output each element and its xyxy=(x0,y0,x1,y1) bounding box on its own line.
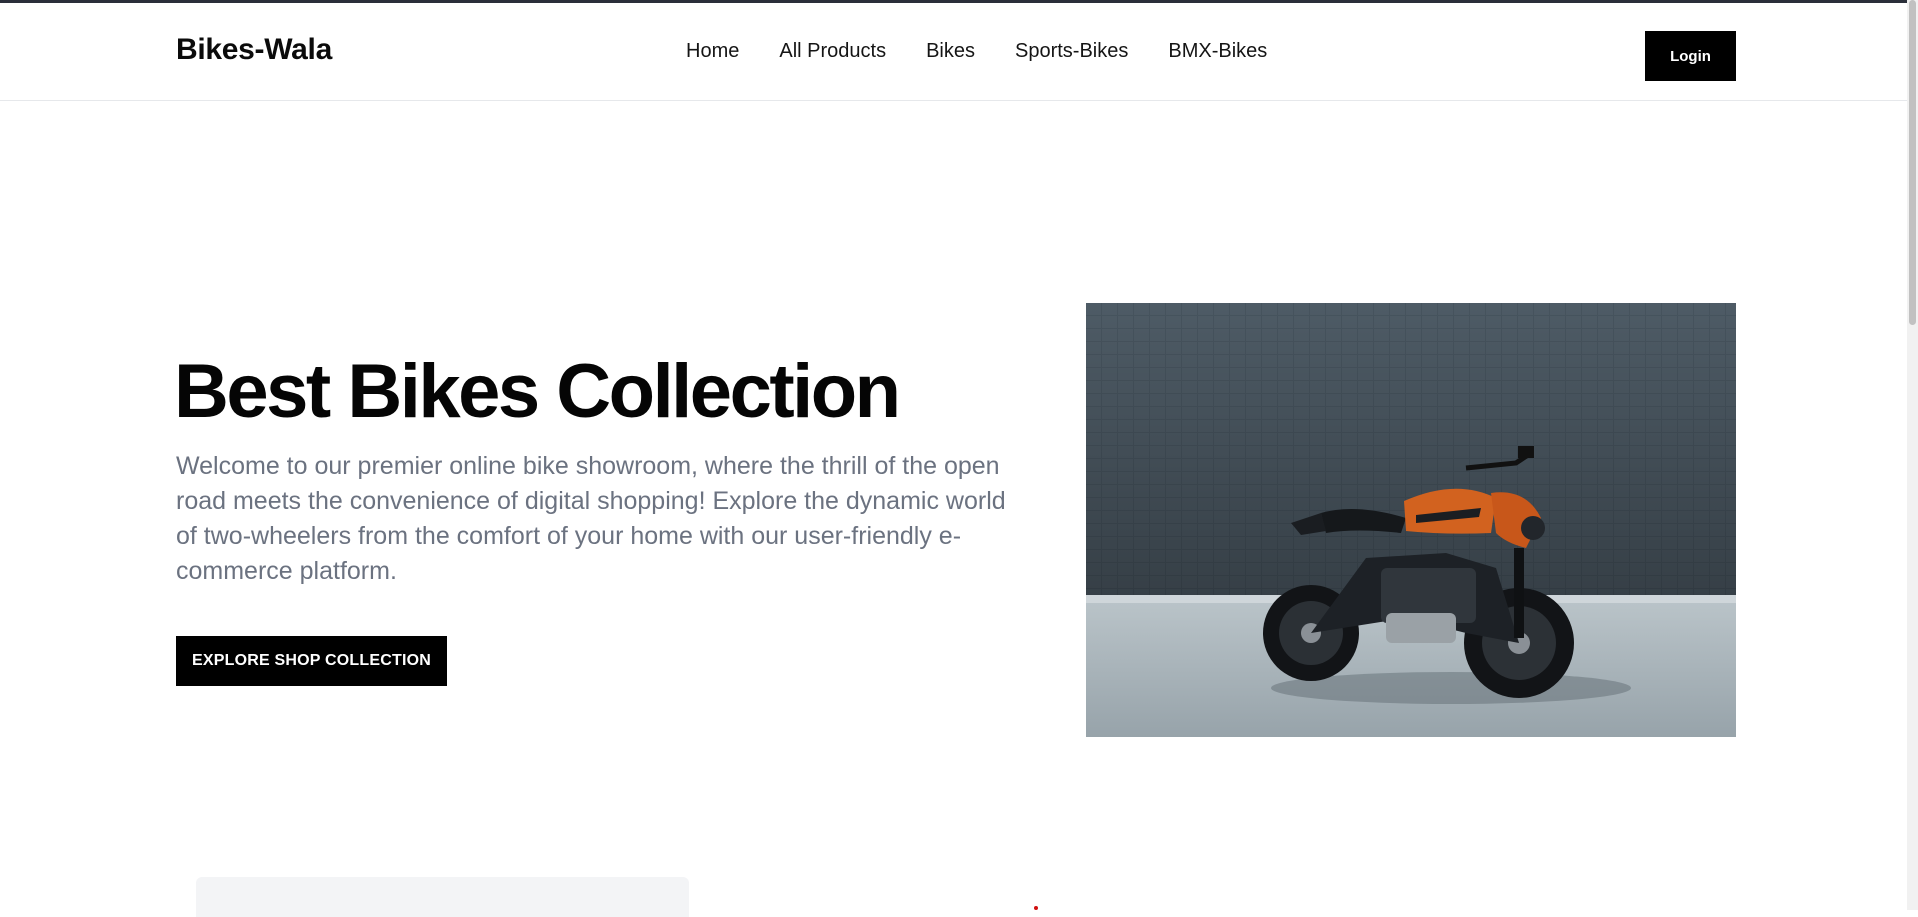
site-header: Bikes-Wala Home All Products Bikes Sport… xyxy=(0,3,1918,101)
nav-link-all-products[interactable]: All Products xyxy=(779,40,886,63)
page-scrollbar[interactable] xyxy=(1907,0,1918,910)
explore-shop-button[interactable]: EXPLORE SHOP COLLECTION xyxy=(176,636,447,686)
product-card-preview xyxy=(196,877,689,917)
nav-link-home[interactable]: Home xyxy=(686,40,739,63)
login-button[interactable]: Login xyxy=(1645,31,1736,81)
hero-title: Best Bikes Collection xyxy=(174,349,901,434)
nav-link-sports-bikes[interactable]: Sports-Bikes xyxy=(1015,40,1128,63)
decorative-dot xyxy=(1034,906,1038,910)
scrollbar-thumb[interactable] xyxy=(1909,0,1916,325)
brand-logo[interactable]: Bikes-Wala xyxy=(176,33,332,67)
hero-motorcycle-image xyxy=(1086,303,1736,737)
nav-link-bikes[interactable]: Bikes xyxy=(926,40,975,63)
main-nav: Home All Products Bikes Sports-Bikes BMX… xyxy=(686,40,1307,63)
motorcycle-illustration xyxy=(1086,303,1736,737)
nav-link-bmx-bikes[interactable]: BMX-Bikes xyxy=(1168,40,1267,63)
hero-description: Welcome to our premier online bike showr… xyxy=(176,452,1006,585)
